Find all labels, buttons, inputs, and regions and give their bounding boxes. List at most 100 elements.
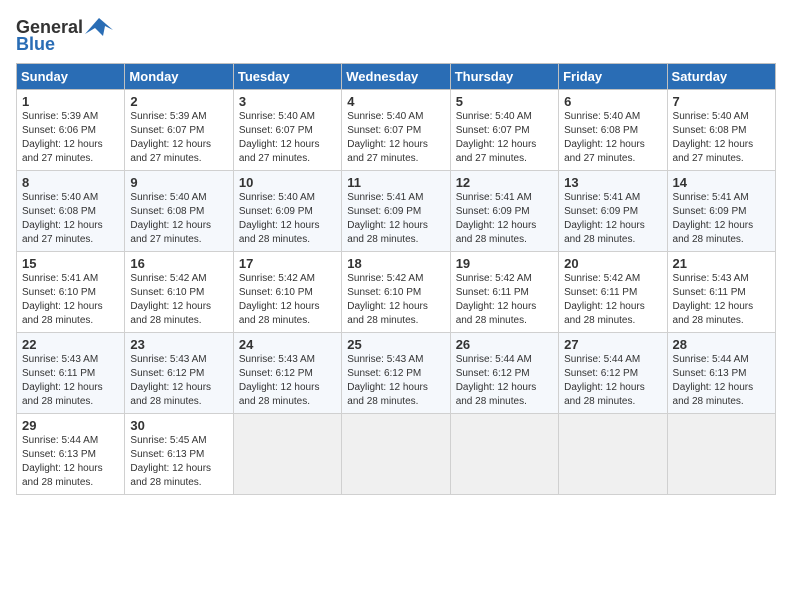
- day-info: Sunrise: 5:43 AMSunset: 6:11 PMDaylight:…: [22, 353, 119, 409]
- calendar-cell: 18Sunrise: 5:42 AMSunset: 6:10 PMDayligh…: [342, 252, 450, 333]
- day-info: Sunrise: 5:44 AMSunset: 6:12 PMDaylight:…: [564, 353, 661, 409]
- calendar-cell: 13Sunrise: 5:41 AMSunset: 6:09 PMDayligh…: [559, 171, 667, 252]
- day-info: Sunrise: 5:39 AMSunset: 6:07 PMDaylight:…: [130, 110, 227, 166]
- calendar-cell: 10Sunrise: 5:40 AMSunset: 6:09 PMDayligh…: [233, 171, 341, 252]
- calendar-cell: 20Sunrise: 5:42 AMSunset: 6:11 PMDayligh…: [559, 252, 667, 333]
- day-info: Sunrise: 5:43 AMSunset: 6:12 PMDaylight:…: [239, 353, 336, 409]
- day-number: 10: [239, 175, 336, 190]
- calendar-cell: 23Sunrise: 5:43 AMSunset: 6:12 PMDayligh…: [125, 333, 233, 414]
- day-info: Sunrise: 5:40 AMSunset: 6:08 PMDaylight:…: [130, 191, 227, 247]
- calendar-cell: 22Sunrise: 5:43 AMSunset: 6:11 PMDayligh…: [17, 333, 125, 414]
- day-number: 8: [22, 175, 119, 190]
- day-info: Sunrise: 5:41 AMSunset: 6:10 PMDaylight:…: [22, 272, 119, 328]
- weekday-header-saturday: Saturday: [667, 64, 775, 90]
- calendar-cell: 21Sunrise: 5:43 AMSunset: 6:11 PMDayligh…: [667, 252, 775, 333]
- day-number: 29: [22, 418, 119, 433]
- calendar-cell: 8Sunrise: 5:40 AMSunset: 6:08 PMDaylight…: [17, 171, 125, 252]
- calendar-cell: 26Sunrise: 5:44 AMSunset: 6:12 PMDayligh…: [450, 333, 558, 414]
- calendar-cell: 3Sunrise: 5:40 AMSunset: 6:07 PMDaylight…: [233, 90, 341, 171]
- day-info: Sunrise: 5:44 AMSunset: 6:13 PMDaylight:…: [673, 353, 770, 409]
- weekday-header-sunday: Sunday: [17, 64, 125, 90]
- day-number: 16: [130, 256, 227, 271]
- day-info: Sunrise: 5:40 AMSunset: 6:07 PMDaylight:…: [347, 110, 444, 166]
- calendar-cell: 7Sunrise: 5:40 AMSunset: 6:08 PMDaylight…: [667, 90, 775, 171]
- calendar-cell: 9Sunrise: 5:40 AMSunset: 6:08 PMDaylight…: [125, 171, 233, 252]
- day-number: 9: [130, 175, 227, 190]
- calendar-cell: [667, 414, 775, 495]
- day-number: 27: [564, 337, 661, 352]
- calendar-cell: 6Sunrise: 5:40 AMSunset: 6:08 PMDaylight…: [559, 90, 667, 171]
- day-info: Sunrise: 5:40 AMSunset: 6:08 PMDaylight:…: [673, 110, 770, 166]
- day-number: 5: [456, 94, 553, 109]
- day-number: 7: [673, 94, 770, 109]
- day-number: 15: [22, 256, 119, 271]
- calendar-cell: 14Sunrise: 5:41 AMSunset: 6:09 PMDayligh…: [667, 171, 775, 252]
- calendar-cell: [342, 414, 450, 495]
- day-number: 28: [673, 337, 770, 352]
- day-info: Sunrise: 5:39 AMSunset: 6:06 PMDaylight:…: [22, 110, 119, 166]
- calendar-cell: 29Sunrise: 5:44 AMSunset: 6:13 PMDayligh…: [17, 414, 125, 495]
- day-number: 17: [239, 256, 336, 271]
- day-info: Sunrise: 5:40 AMSunset: 6:08 PMDaylight:…: [22, 191, 119, 247]
- calendar-cell: 11Sunrise: 5:41 AMSunset: 6:09 PMDayligh…: [342, 171, 450, 252]
- calendar-cell: 25Sunrise: 5:43 AMSunset: 6:12 PMDayligh…: [342, 333, 450, 414]
- day-info: Sunrise: 5:43 AMSunset: 6:12 PMDaylight:…: [347, 353, 444, 409]
- calendar-table: SundayMondayTuesdayWednesdayThursdayFrid…: [16, 63, 776, 495]
- day-info: Sunrise: 5:40 AMSunset: 6:08 PMDaylight:…: [564, 110, 661, 166]
- day-info: Sunrise: 5:42 AMSunset: 6:10 PMDaylight:…: [239, 272, 336, 328]
- day-info: Sunrise: 5:42 AMSunset: 6:11 PMDaylight:…: [564, 272, 661, 328]
- day-number: 25: [347, 337, 444, 352]
- calendar-cell: 15Sunrise: 5:41 AMSunset: 6:10 PMDayligh…: [17, 252, 125, 333]
- day-number: 4: [347, 94, 444, 109]
- calendar-cell: [559, 414, 667, 495]
- weekday-header-monday: Monday: [125, 64, 233, 90]
- calendar-cell: 4Sunrise: 5:40 AMSunset: 6:07 PMDaylight…: [342, 90, 450, 171]
- day-info: Sunrise: 5:42 AMSunset: 6:10 PMDaylight:…: [130, 272, 227, 328]
- day-number: 1: [22, 94, 119, 109]
- calendar-cell: 17Sunrise: 5:42 AMSunset: 6:10 PMDayligh…: [233, 252, 341, 333]
- calendar-cell: 5Sunrise: 5:40 AMSunset: 6:07 PMDaylight…: [450, 90, 558, 171]
- day-number: 22: [22, 337, 119, 352]
- day-number: 2: [130, 94, 227, 109]
- weekday-header-thursday: Thursday: [450, 64, 558, 90]
- day-info: Sunrise: 5:40 AMSunset: 6:07 PMDaylight:…: [456, 110, 553, 166]
- weekday-header-wednesday: Wednesday: [342, 64, 450, 90]
- calendar-cell: 12Sunrise: 5:41 AMSunset: 6:09 PMDayligh…: [450, 171, 558, 252]
- day-number: 21: [673, 256, 770, 271]
- day-info: Sunrise: 5:42 AMSunset: 6:10 PMDaylight:…: [347, 272, 444, 328]
- day-info: Sunrise: 5:40 AMSunset: 6:07 PMDaylight:…: [239, 110, 336, 166]
- calendar-cell: 1Sunrise: 5:39 AMSunset: 6:06 PMDaylight…: [17, 90, 125, 171]
- day-info: Sunrise: 5:41 AMSunset: 6:09 PMDaylight:…: [347, 191, 444, 247]
- calendar-cell: 30Sunrise: 5:45 AMSunset: 6:13 PMDayligh…: [125, 414, 233, 495]
- weekday-header-friday: Friday: [559, 64, 667, 90]
- logo-blue-text: Blue: [16, 34, 55, 55]
- day-info: Sunrise: 5:44 AMSunset: 6:12 PMDaylight:…: [456, 353, 553, 409]
- day-info: Sunrise: 5:42 AMSunset: 6:11 PMDaylight:…: [456, 272, 553, 328]
- logo: General Blue: [16, 16, 113, 55]
- calendar-cell: 19Sunrise: 5:42 AMSunset: 6:11 PMDayligh…: [450, 252, 558, 333]
- day-info: Sunrise: 5:45 AMSunset: 6:13 PMDaylight:…: [130, 434, 227, 490]
- day-number: 18: [347, 256, 444, 271]
- calendar-cell: 24Sunrise: 5:43 AMSunset: 6:12 PMDayligh…: [233, 333, 341, 414]
- day-info: Sunrise: 5:44 AMSunset: 6:13 PMDaylight:…: [22, 434, 119, 490]
- day-number: 11: [347, 175, 444, 190]
- day-info: Sunrise: 5:43 AMSunset: 6:12 PMDaylight:…: [130, 353, 227, 409]
- day-number: 26: [456, 337, 553, 352]
- day-info: Sunrise: 5:41 AMSunset: 6:09 PMDaylight:…: [564, 191, 661, 247]
- day-number: 13: [564, 175, 661, 190]
- calendar-cell: [450, 414, 558, 495]
- day-number: 19: [456, 256, 553, 271]
- header: General Blue: [16, 16, 776, 55]
- logo-bird-icon: [85, 16, 113, 38]
- calendar-cell: 27Sunrise: 5:44 AMSunset: 6:12 PMDayligh…: [559, 333, 667, 414]
- day-info: Sunrise: 5:41 AMSunset: 6:09 PMDaylight:…: [456, 191, 553, 247]
- day-number: 6: [564, 94, 661, 109]
- calendar-cell: [233, 414, 341, 495]
- calendar-cell: 28Sunrise: 5:44 AMSunset: 6:13 PMDayligh…: [667, 333, 775, 414]
- day-info: Sunrise: 5:41 AMSunset: 6:09 PMDaylight:…: [673, 191, 770, 247]
- day-number: 14: [673, 175, 770, 190]
- weekday-header-tuesday: Tuesday: [233, 64, 341, 90]
- day-info: Sunrise: 5:40 AMSunset: 6:09 PMDaylight:…: [239, 191, 336, 247]
- day-number: 3: [239, 94, 336, 109]
- calendar-cell: 2Sunrise: 5:39 AMSunset: 6:07 PMDaylight…: [125, 90, 233, 171]
